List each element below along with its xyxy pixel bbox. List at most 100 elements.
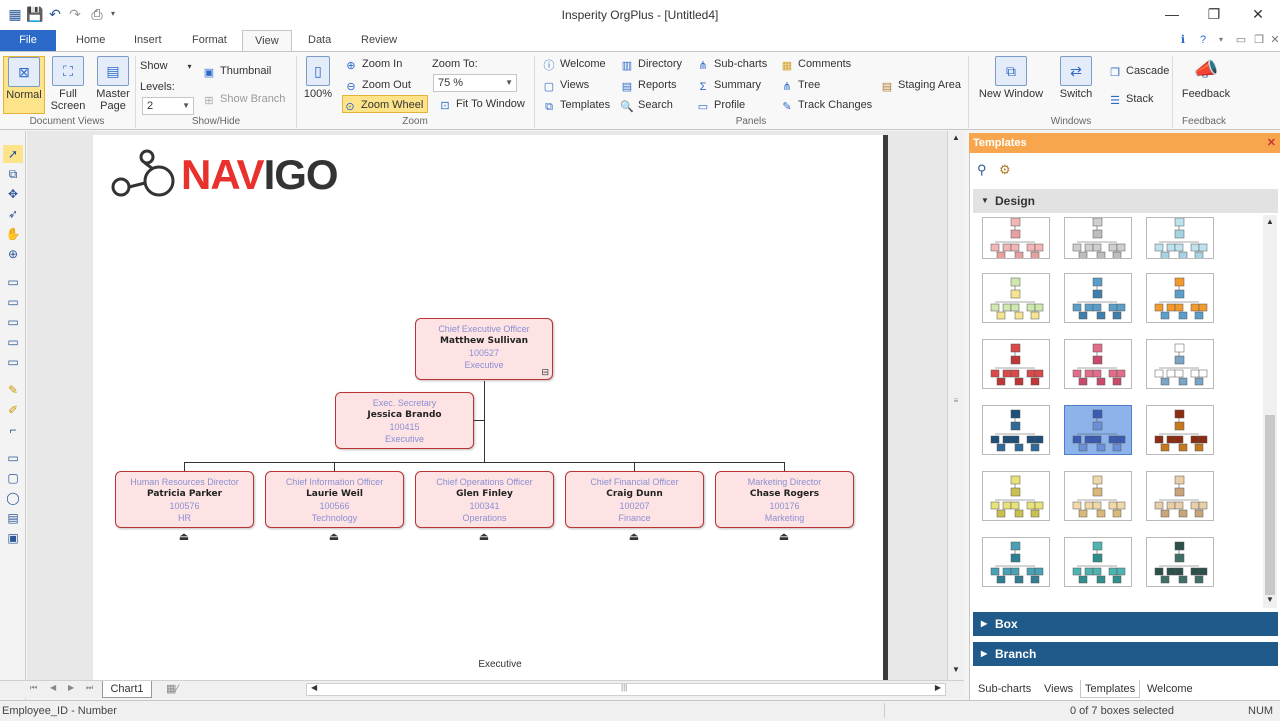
rounded-rect-tool-icon[interactable]: ▢ bbox=[3, 469, 23, 487]
last-sheet-icon[interactable]: ⏭ bbox=[86, 683, 93, 693]
close-button[interactable]: ✕ bbox=[1236, 0, 1280, 30]
stack-button[interactable]: ☰ Stack bbox=[1108, 90, 1153, 108]
chart-page[interactable]: NAVIGO Chief Executive Officer Matthew S… bbox=[93, 135, 883, 680]
ribbon-restore-icon[interactable]: ❐ bbox=[1252, 33, 1266, 47]
box-tool-5-icon[interactable]: ▭ bbox=[3, 353, 23, 371]
section-branch[interactable]: ▶ Branch bbox=[973, 642, 1278, 666]
staging-area-button[interactable]: ▤ Staging Area bbox=[880, 76, 961, 94]
track-changes-button[interactable]: ✎ Track Changes bbox=[780, 96, 872, 114]
template-thumbnail[interactable] bbox=[982, 339, 1050, 389]
panel-scrollbar[interactable]: ▲ ▼ bbox=[1263, 215, 1277, 608]
zoom-out-button[interactable]: ⊖ Zoom Out bbox=[344, 76, 411, 94]
cascade-button[interactable]: ❐ Cascade bbox=[1108, 62, 1169, 80]
scroll-thumb[interactable] bbox=[1265, 415, 1275, 595]
template-thumbnail[interactable] bbox=[982, 537, 1050, 587]
comments-panel-button[interactable]: ▦ Comments bbox=[780, 55, 851, 73]
connector-tool-icon[interactable]: ⌐ bbox=[3, 421, 23, 439]
scroll-down-icon[interactable]: ▼ bbox=[1266, 595, 1274, 604]
ribbon-close-icon[interactable]: ✕ bbox=[1268, 33, 1280, 47]
templates-panel-button[interactable]: ⧉ Templates bbox=[542, 96, 610, 114]
org-box-child[interactable]: Chief Operations Officer Glen Finley 100… bbox=[415, 471, 554, 528]
fit-to-window-button[interactable]: ⊡ Fit To Window bbox=[438, 95, 524, 113]
switch-button[interactable]: ⇄ Switch bbox=[1054, 56, 1098, 100]
zoom-in-button[interactable]: ⊕ Zoom In bbox=[344, 55, 402, 73]
pencil-tool-icon[interactable]: ✐ bbox=[3, 401, 23, 419]
template-thumbnail[interactable] bbox=[1146, 405, 1214, 455]
scroll-down-icon[interactable]: ▼ bbox=[950, 665, 962, 674]
panel-tab-templates[interactable]: Templates bbox=[1080, 680, 1141, 698]
box-tool-2-icon[interactable]: ▭ bbox=[3, 293, 23, 311]
org-box-assistant[interactable]: Exec. Secretary Jessica Brando 100415 Ex… bbox=[335, 392, 474, 449]
ribbon-options-icon[interactable]: ▾ bbox=[1214, 33, 1228, 47]
pen-tool-icon[interactable]: ✎ bbox=[3, 381, 23, 399]
panel-tab-sub-charts[interactable]: Sub-charts bbox=[978, 680, 1031, 698]
scroll-up-icon[interactable]: ▲ bbox=[950, 133, 962, 142]
org-box-child[interactable]: Marketing Director Chase Rogers 100176 M… bbox=[715, 471, 854, 528]
box-tool-3-icon[interactable]: ▭ bbox=[3, 313, 23, 331]
hand-tool-icon[interactable]: ✋ bbox=[3, 225, 23, 243]
org-box-ceo[interactable]: Chief Executive Officer Matthew Sullivan… bbox=[415, 318, 553, 380]
collapse-icon[interactable]: ⊟ bbox=[541, 366, 549, 378]
ellipse-tool-icon[interactable]: ◯ bbox=[3, 489, 23, 507]
template-thumbnail[interactable] bbox=[1064, 405, 1132, 455]
tab-data[interactable]: Data bbox=[296, 30, 343, 52]
org-box-child[interactable]: Human Resources Director Patricia Parker… bbox=[115, 471, 254, 528]
tab-format[interactable]: Format bbox=[180, 30, 239, 52]
box-tool-4-icon[interactable]: ▭ bbox=[3, 333, 23, 351]
scroll-up-icon[interactable]: ▲ bbox=[1266, 217, 1274, 226]
reports-panel-button[interactable]: ▤ Reports bbox=[620, 76, 677, 94]
template-thumbnail[interactable] bbox=[982, 405, 1050, 455]
image-tool-icon[interactable]: ▣ bbox=[3, 529, 23, 547]
template-thumbnail[interactable] bbox=[1146, 471, 1214, 521]
summary-panel-button[interactable]: Σ Summary bbox=[696, 76, 761, 94]
select-move-icon[interactable]: ➶ bbox=[3, 205, 23, 223]
normal-view-button[interactable]: ⊠ Normal bbox=[3, 56, 45, 114]
directory-panel-button[interactable]: ▥ Directory bbox=[620, 55, 682, 73]
zoom-tool-icon[interactable]: ⊕ bbox=[3, 245, 23, 263]
expand-subordinates-icon[interactable]: ⏏ bbox=[327, 531, 341, 543]
sub-charts-panel-button[interactable]: ⋔ Sub-charts bbox=[696, 55, 767, 73]
expand-subordinates-icon[interactable]: ⏏ bbox=[477, 531, 491, 543]
info-icon[interactable]: ℹ bbox=[1176, 33, 1190, 47]
thumbnail-button[interactable]: ▣ Thumbnail bbox=[202, 62, 272, 80]
expand-subordinates-icon[interactable]: ⏏ bbox=[177, 531, 191, 543]
views-panel-button[interactable]: ▢ Views bbox=[542, 76, 589, 94]
show-branch-button[interactable]: ⊞ Show Branch bbox=[202, 90, 285, 108]
vertical-scrollbar[interactable]: ▲ ≡ ▼ bbox=[947, 131, 964, 680]
template-thumbnail[interactable] bbox=[982, 217, 1050, 260]
panel-tab-views[interactable]: Views bbox=[1044, 680, 1073, 698]
expand-subordinates-icon[interactable]: ⏏ bbox=[627, 531, 641, 543]
sheet-tab-chart1[interactable]: Chart1 bbox=[102, 681, 152, 698]
zoom-100-button[interactable]: ▯ 100% bbox=[302, 56, 334, 100]
close-panel-icon[interactable]: ✕ bbox=[1267, 133, 1276, 153]
tab-insert[interactable]: Insert bbox=[122, 30, 174, 52]
search-templates-icon[interactable]: ⚲ bbox=[977, 162, 987, 178]
section-box[interactable]: ▶ Box bbox=[973, 612, 1278, 636]
template-thumbnail[interactable] bbox=[1064, 537, 1132, 587]
tab-file[interactable]: File bbox=[0, 30, 56, 52]
scroll-thumb[interactable]: ≡ bbox=[952, 396, 960, 406]
full-screen-button[interactable]: ⛶ Full Screen bbox=[47, 56, 89, 112]
template-thumbnail[interactable] bbox=[1064, 471, 1132, 521]
tab-view[interactable]: View bbox=[242, 30, 292, 52]
prev-sheet-icon[interactable]: ◀ bbox=[50, 683, 56, 692]
tree-panel-button[interactable]: ⋔ Tree bbox=[780, 76, 820, 94]
first-sheet-icon[interactable]: ⏮ bbox=[30, 683, 37, 693]
search-panel-button[interactable]: 🔍 Search bbox=[620, 96, 673, 114]
text-tool-icon[interactable]: ▤ bbox=[3, 509, 23, 527]
template-thumbnail[interactable] bbox=[1064, 217, 1132, 260]
ribbon-minimize-icon[interactable]: ▭ bbox=[1234, 33, 1248, 47]
tab-home[interactable]: Home bbox=[64, 30, 117, 52]
next-sheet-icon[interactable]: ▶ bbox=[68, 683, 74, 692]
panel-tab-welcome[interactable]: Welcome bbox=[1147, 680, 1193, 698]
template-thumbnail[interactable] bbox=[982, 273, 1050, 323]
levels-select[interactable]: 2 ▼ bbox=[142, 97, 194, 115]
template-thumbnail[interactable] bbox=[1146, 273, 1214, 323]
section-design[interactable]: ▼ Design bbox=[973, 189, 1278, 213]
welcome-panel-button[interactable]: ⓘ Welcome bbox=[542, 55, 606, 73]
scroll-thumb[interactable]: ||| bbox=[621, 683, 627, 692]
new-sheet-icon[interactable]: ▦⁄ bbox=[166, 681, 196, 698]
layers-tool-icon[interactable]: ⧉ bbox=[3, 165, 23, 183]
new-window-button[interactable]: ⧉ New Window bbox=[976, 56, 1046, 100]
horizontal-scroll-track[interactable]: ◀ ||| ▶ bbox=[306, 683, 946, 696]
